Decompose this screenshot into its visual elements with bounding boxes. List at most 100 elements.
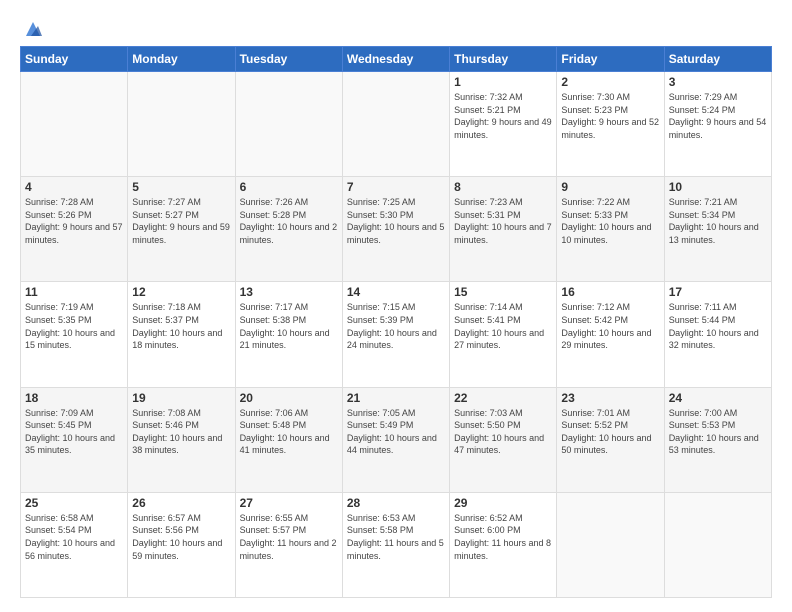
calendar-cell: 6 Sunrise: 7:26 AMSunset: 5:28 PMDaylight… (235, 177, 342, 282)
calendar-cell: 11 Sunrise: 7:19 AMSunset: 5:35 PMDayligh… (21, 282, 128, 387)
day-info: Sunrise: 7:11 AMSunset: 5:44 PMDaylight:… (669, 301, 767, 351)
day-number: 2 (561, 75, 659, 89)
calendar-cell: 19 Sunrise: 7:08 AMSunset: 5:46 PMDayligh… (128, 387, 235, 492)
day-number: 8 (454, 180, 552, 194)
day-number: 16 (561, 285, 659, 299)
day-number: 10 (669, 180, 767, 194)
day-number: 22 (454, 391, 552, 405)
day-info: Sunrise: 7:19 AMSunset: 5:35 PMDaylight:… (25, 301, 123, 351)
day-info: Sunrise: 7:00 AMSunset: 5:53 PMDaylight:… (669, 407, 767, 457)
day-info: Sunrise: 7:18 AMSunset: 5:37 PMDaylight:… (132, 301, 230, 351)
calendar-cell: 27 Sunrise: 6:55 AMSunset: 5:57 PMDayligh… (235, 492, 342, 597)
weekday-header-row: SundayMondayTuesdayWednesdayThursdayFrid… (21, 47, 772, 72)
calendar-week-row: 18 Sunrise: 7:09 AMSunset: 5:45 PMDayligh… (21, 387, 772, 492)
calendar-cell: 17 Sunrise: 7:11 AMSunset: 5:44 PMDayligh… (664, 282, 771, 387)
calendar-cell: 10 Sunrise: 7:21 AMSunset: 5:34 PMDayligh… (664, 177, 771, 282)
calendar-cell: 12 Sunrise: 7:18 AMSunset: 5:37 PMDayligh… (128, 282, 235, 387)
day-info: Sunrise: 7:17 AMSunset: 5:38 PMDaylight:… (240, 301, 338, 351)
calendar-cell: 4Sunrise: 7:28 AMSunset: 5:26 PMDaylight… (21, 177, 128, 282)
calendar-cell (235, 72, 342, 177)
day-number: 12 (132, 285, 230, 299)
weekday-header-sunday: Sunday (21, 47, 128, 72)
day-number: 29 (454, 496, 552, 510)
calendar-cell: 3 Sunrise: 7:29 AMSunset: 5:24 PMDaylight… (664, 72, 771, 177)
day-info: Sunrise: 7:15 AMSunset: 5:39 PMDaylight:… (347, 301, 445, 351)
weekday-header-monday: Monday (128, 47, 235, 72)
weekday-header-wednesday: Wednesday (342, 47, 449, 72)
calendar-cell: 21Sunrise: 7:05 AMSunset: 5:49 PMDayligh… (342, 387, 449, 492)
day-info: Sunrise: 6:53 AMSunset: 5:58 PMDaylight:… (347, 512, 445, 562)
day-number: 15 (454, 285, 552, 299)
day-number: 3 (669, 75, 767, 89)
day-number: 11 (25, 285, 123, 299)
day-info: Sunrise: 7:26 AMSunset: 5:28 PMDaylight:… (240, 196, 338, 246)
day-number: 5 (132, 180, 230, 194)
day-info: Sunrise: 7:28 AMSunset: 5:26 PMDaylight:… (25, 196, 123, 246)
calendar-cell: 14 Sunrise: 7:15 AMSunset: 5:39 PMDayligh… (342, 282, 449, 387)
day-number: 17 (669, 285, 767, 299)
day-info: Sunrise: 7:09 AMSunset: 5:45 PMDaylight:… (25, 407, 123, 457)
day-number: 1 (454, 75, 552, 89)
day-number: 28 (347, 496, 445, 510)
day-info: Sunrise: 7:06 AMSunset: 5:48 PMDaylight:… (240, 407, 338, 457)
day-number: 23 (561, 391, 659, 405)
header (20, 18, 772, 40)
calendar-cell: 26 Sunrise: 6:57 AMSunset: 5:56 PMDayligh… (128, 492, 235, 597)
day-info: Sunrise: 7:12 AMSunset: 5:42 PMDaylight:… (561, 301, 659, 351)
day-number: 18 (25, 391, 123, 405)
day-info: Sunrise: 6:52 AMSunset: 6:00 PMDaylight:… (454, 512, 552, 562)
weekday-header-thursday: Thursday (450, 47, 557, 72)
calendar-cell (128, 72, 235, 177)
day-info: Sunrise: 7:08 AMSunset: 5:46 PMDaylight:… (132, 407, 230, 457)
day-info: Sunrise: 7:22 AMSunset: 5:33 PMDaylight:… (561, 196, 659, 246)
day-number: 13 (240, 285, 338, 299)
calendar-cell: 23Sunrise: 7:01 AMSunset: 5:52 PMDayligh… (557, 387, 664, 492)
calendar-cell: 1Sunrise: 7:32 AMSunset: 5:21 PMDaylight… (450, 72, 557, 177)
page: SundayMondayTuesdayWednesdayThursdayFrid… (0, 0, 792, 612)
day-number: 24 (669, 391, 767, 405)
calendar-cell: 20 Sunrise: 7:06 AMSunset: 5:48 PMDayligh… (235, 387, 342, 492)
day-info: Sunrise: 7:30 AMSunset: 5:23 PMDaylight:… (561, 91, 659, 141)
day-number: 26 (132, 496, 230, 510)
day-info: Sunrise: 7:05 AMSunset: 5:49 PMDaylight:… (347, 407, 445, 457)
day-info: Sunrise: 7:25 AMSunset: 5:30 PMDaylight:… (347, 196, 445, 246)
calendar-week-row: 11 Sunrise: 7:19 AMSunset: 5:35 PMDayligh… (21, 282, 772, 387)
calendar-cell (21, 72, 128, 177)
logo (20, 22, 44, 40)
calendar-cell: 5 Sunrise: 7:27 AMSunset: 5:27 PMDaylight… (128, 177, 235, 282)
day-number: 19 (132, 391, 230, 405)
calendar-week-row: 1Sunrise: 7:32 AMSunset: 5:21 PMDaylight… (21, 72, 772, 177)
calendar-cell: 9 Sunrise: 7:22 AMSunset: 5:33 PMDaylight… (557, 177, 664, 282)
calendar-cell: 15 Sunrise: 7:14 AMSunset: 5:41 PMDayligh… (450, 282, 557, 387)
calendar-cell: 29 Sunrise: 6:52 AMSunset: 6:00 PMDayligh… (450, 492, 557, 597)
calendar-cell: 24 Sunrise: 7:00 AMSunset: 5:53 PMDayligh… (664, 387, 771, 492)
day-info: Sunrise: 7:03 AMSunset: 5:50 PMDaylight:… (454, 407, 552, 457)
day-number: 27 (240, 496, 338, 510)
calendar-cell (342, 72, 449, 177)
calendar-cell (557, 492, 664, 597)
day-info: Sunrise: 6:57 AMSunset: 5:56 PMDaylight:… (132, 512, 230, 562)
calendar-cell (664, 492, 771, 597)
day-number: 20 (240, 391, 338, 405)
calendar-table: SundayMondayTuesdayWednesdayThursdayFrid… (20, 46, 772, 598)
day-info: Sunrise: 7:21 AMSunset: 5:34 PMDaylight:… (669, 196, 767, 246)
day-info: Sunrise: 6:58 AMSunset: 5:54 PMDaylight:… (25, 512, 123, 562)
day-info: Sunrise: 6:55 AMSunset: 5:57 PMDaylight:… (240, 512, 338, 562)
day-info: Sunrise: 7:23 AMSunset: 5:31 PMDaylight:… (454, 196, 552, 246)
calendar-cell: 16 Sunrise: 7:12 AMSunset: 5:42 PMDayligh… (557, 282, 664, 387)
day-info: Sunrise: 7:14 AMSunset: 5:41 PMDaylight:… (454, 301, 552, 351)
logo-icon (22, 18, 44, 40)
day-number: 6 (240, 180, 338, 194)
day-number: 9 (561, 180, 659, 194)
calendar-cell: 22 Sunrise: 7:03 AMSunset: 5:50 PMDayligh… (450, 387, 557, 492)
weekday-header-saturday: Saturday (664, 47, 771, 72)
day-number: 14 (347, 285, 445, 299)
day-info: Sunrise: 7:27 AMSunset: 5:27 PMDaylight:… (132, 196, 230, 246)
calendar-cell: 13 Sunrise: 7:17 AMSunset: 5:38 PMDayligh… (235, 282, 342, 387)
calendar-week-row: 25Sunrise: 6:58 AMSunset: 5:54 PMDayligh… (21, 492, 772, 597)
day-info: Sunrise: 7:29 AMSunset: 5:24 PMDaylight:… (669, 91, 767, 141)
calendar-cell: 8 Sunrise: 7:23 AMSunset: 5:31 PMDaylight… (450, 177, 557, 282)
calendar-cell: 2 Sunrise: 7:30 AMSunset: 5:23 PMDaylight… (557, 72, 664, 177)
calendar-cell: 7Sunrise: 7:25 AMSunset: 5:30 PMDaylight… (342, 177, 449, 282)
weekday-header-tuesday: Tuesday (235, 47, 342, 72)
